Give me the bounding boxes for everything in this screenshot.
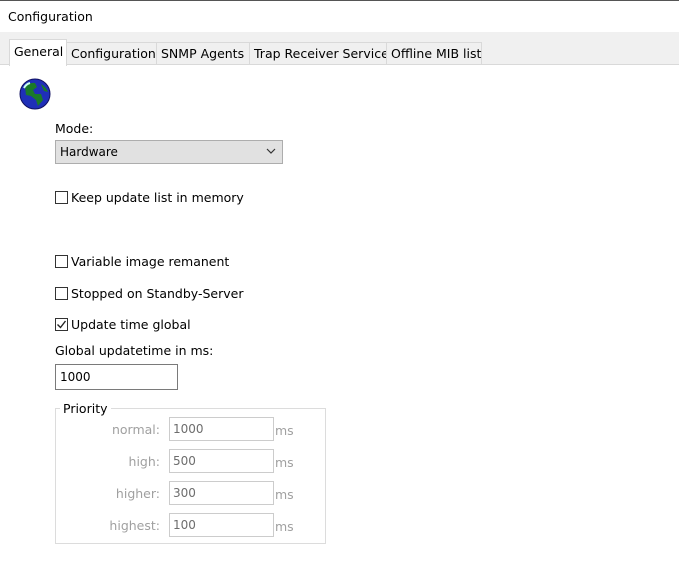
mode-label: Mode: xyxy=(55,121,94,136)
checkmark-icon xyxy=(57,320,67,329)
stopped-standby-checkbox[interactable] xyxy=(55,287,68,300)
priority-normal-label: normal: xyxy=(111,422,160,437)
tab-trap-receiver-service[interactable]: Trap Receiver Service xyxy=(249,42,389,65)
tab-configuration[interactable]: Configuration xyxy=(66,42,157,65)
variable-image-label: Variable image remanent xyxy=(71,254,230,269)
global-updatetime-input[interactable]: 1000 xyxy=(55,364,178,390)
stopped-standby-label: Stopped on Standby-Server xyxy=(71,286,244,301)
priority-highest-label: highest: xyxy=(109,518,160,533)
priority-legend: Priority xyxy=(60,401,111,416)
variable-image-checkbox[interactable] xyxy=(55,255,68,268)
tab-general[interactable]: General xyxy=(9,39,67,66)
priority-high-input[interactable]: 500 xyxy=(169,449,274,473)
priority-highest-unit: ms xyxy=(275,519,294,534)
window-title: Configuration xyxy=(8,9,93,24)
priority-high-label: high: xyxy=(128,454,160,469)
chevron-down-icon xyxy=(266,148,276,154)
priority-highest-input[interactable]: 100 xyxy=(169,513,274,537)
global-updatetime-label: Global updatetime in ms: xyxy=(55,343,214,358)
mode-select[interactable]: Hardware xyxy=(55,140,283,164)
priority-normal-unit: ms xyxy=(275,423,294,438)
update-time-global-label: Update time global xyxy=(71,317,191,332)
priority-higher-input[interactable]: 300 xyxy=(169,481,274,505)
mode-value: Hardware xyxy=(60,145,118,159)
title-bar: Configuration xyxy=(0,0,679,32)
tab-offline-mib-list[interactable]: Offline MIB list xyxy=(386,42,482,65)
keep-update-checkbox[interactable] xyxy=(55,191,68,204)
keep-update-label: Keep update list in memory xyxy=(71,190,244,205)
priority-high-unit: ms xyxy=(275,455,294,470)
priority-normal-input[interactable]: 1000 xyxy=(169,417,274,441)
globe-icon xyxy=(19,78,51,110)
tab-snmp-agents[interactable]: SNMP Agents xyxy=(156,42,250,65)
priority-higher-unit: ms xyxy=(275,487,294,502)
priority-higher-label: higher: xyxy=(115,486,160,501)
update-time-global-checkbox[interactable] xyxy=(55,318,68,331)
